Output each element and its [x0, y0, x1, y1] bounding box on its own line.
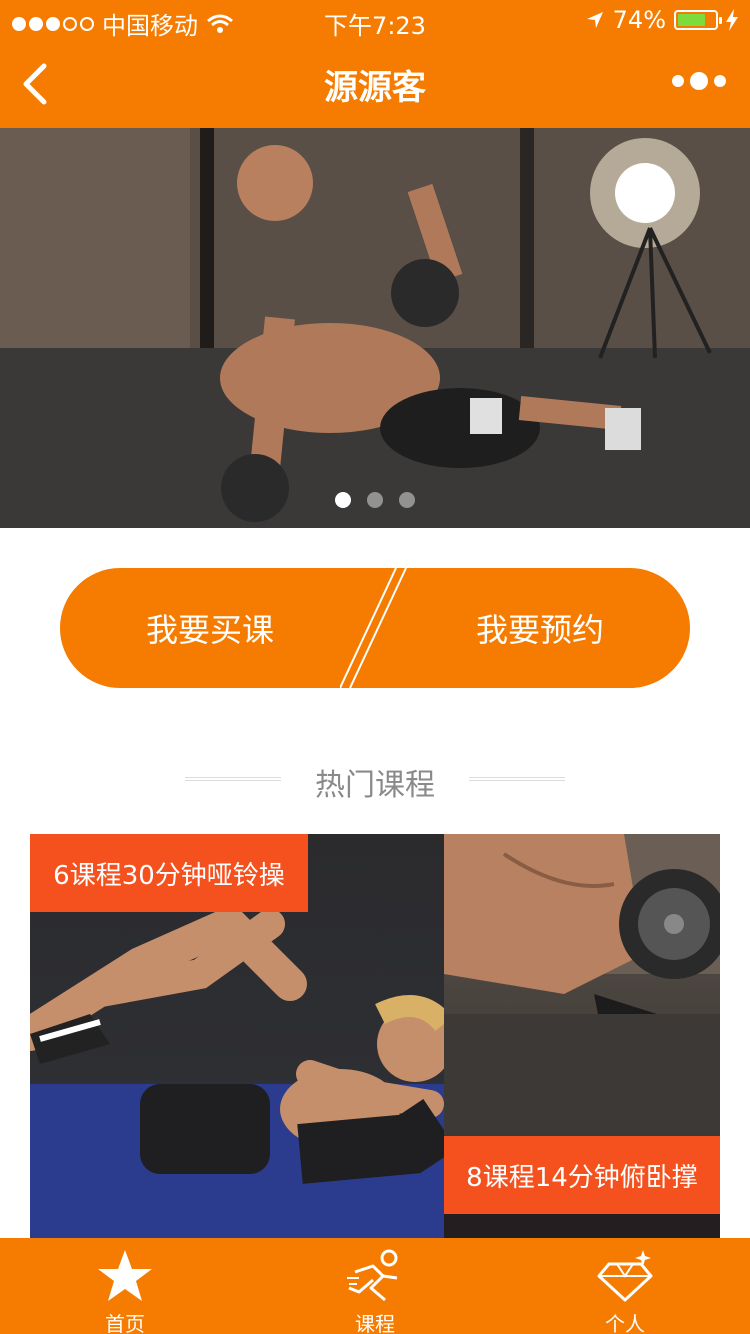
course-label: 6课程30分钟哑铃操 [30, 834, 308, 912]
pager-dot-active[interactable] [335, 492, 351, 508]
more-dot-icon [672, 75, 684, 87]
pager-dot[interactable] [399, 492, 415, 508]
status-bar: 中国移动 下午7:23 74% [0, 0, 750, 40]
section-divider-line [469, 777, 565, 781]
course-label: 8课程14分钟俯卧撑 [444, 1136, 720, 1214]
tab-profile[interactable]: 个人 [500, 1238, 750, 1334]
location-arrow-icon [586, 12, 603, 28]
tab-bar: 首页 课程 个人 [0, 1238, 750, 1334]
running-figure-icon [347, 1249, 398, 1302]
tab-home[interactable]: 首页 [0, 1238, 250, 1334]
charging-bolt-icon [726, 9, 738, 31]
tab-courses[interactable]: 课程 [250, 1238, 500, 1334]
carousel-pager [0, 492, 750, 508]
status-right: 74% [585, 6, 738, 34]
book-appointment-button[interactable]: 我要预约 [390, 568, 690, 688]
navigation-bar: 源源客 [0, 40, 750, 128]
battery-percentage: 74% [612, 6, 666, 34]
page-title: 源源客 [324, 68, 426, 108]
more-dot-icon [714, 75, 726, 87]
course-card[interactable]: 8课程14分钟俯卧撑 [444, 834, 720, 1238]
banner-image [0, 128, 750, 528]
banner-carousel[interactable] [0, 128, 750, 528]
action-pill: 我要买课 我要预约 [60, 568, 690, 688]
course-card[interactable]: 6课程30分钟哑铃操 [30, 834, 444, 1238]
section-header: 热门课程 [0, 748, 750, 808]
tab-label: 首页 [105, 1312, 145, 1334]
tab-label: 课程 [355, 1312, 395, 1334]
battery-fill [678, 14, 705, 26]
star-icon [98, 1250, 152, 1301]
more-dot-icon [690, 72, 708, 90]
pager-dot[interactable] [367, 492, 383, 508]
buy-course-button[interactable]: 我要买课 [60, 568, 360, 688]
diamond-icon [597, 1250, 653, 1302]
battery-icon [674, 10, 722, 30]
tab-label: 个人 [605, 1312, 645, 1334]
more-options-button[interactable] [672, 72, 726, 90]
section-title: 热门课程 [315, 768, 435, 803]
